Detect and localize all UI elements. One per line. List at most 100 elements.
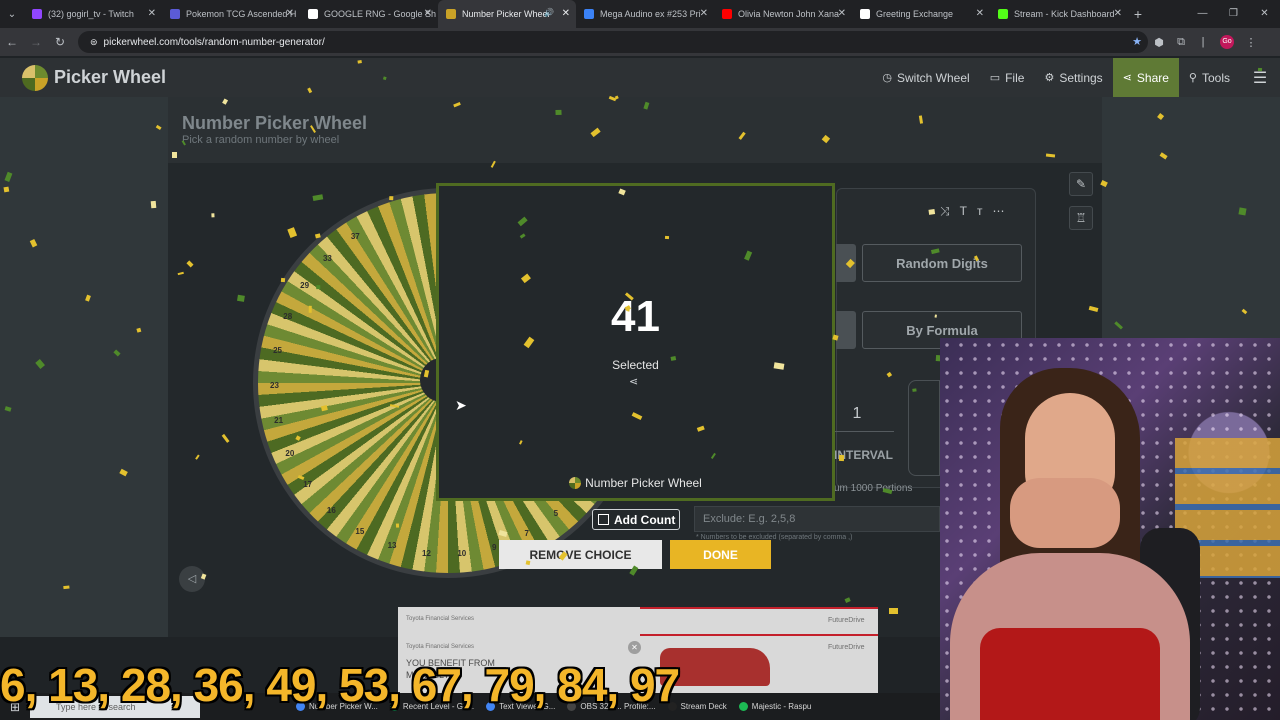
- tab-favicon-icon: [584, 9, 594, 19]
- site-logo[interactable]: Picker Wheel: [22, 64, 167, 91]
- ad-close-icon[interactable]: ✕: [628, 641, 641, 654]
- browser-tab[interactable]: Mega Audino ex #253 Pri ✕: [576, 0, 714, 28]
- browser-tab[interactable]: Olivia Newton John Xana ✕: [714, 0, 852, 28]
- panel-section: [908, 380, 940, 476]
- mode-button-partial[interactable]: [836, 311, 856, 349]
- reload-icon[interactable]: ↻: [48, 35, 72, 49]
- tab-list: (32) gogirl_tv - Twitch ✕ Pokemon TCG Asce…: [24, 0, 1128, 28]
- browser-tab[interactable]: Number Picker Wheel 🔊 ✕: [438, 0, 576, 28]
- confetti-piece: [150, 200, 157, 209]
- site-info-icon[interactable]: ⊜: [90, 37, 98, 48]
- more-icon[interactable]: ⋯: [992, 204, 1014, 218]
- url-text: pickerwheel.com/tools/random-number-gene…: [103, 36, 325, 48]
- tab-close-icon[interactable]: ✕: [286, 8, 294, 19]
- maximize-icon[interactable]: ❐: [1218, 0, 1249, 28]
- done-button[interactable]: DONE: [670, 540, 771, 569]
- portions-note: um 1000 Portions: [834, 483, 913, 494]
- profile-avatar[interactable]: Go: [1220, 35, 1234, 49]
- browser-tab[interactable]: Pokemon TCG Ascended H ✕: [162, 0, 300, 28]
- page-title: Number Picker Wheel: [182, 113, 368, 133]
- browser-menu-icon[interactable]: ⋮: [1240, 36, 1262, 49]
- wheel-segment-label: 21: [274, 415, 284, 425]
- panel-toolbar: ⤨Tт⋯: [940, 204, 1014, 219]
- nav-file[interactable]: ▭ File: [980, 58, 1035, 97]
- wheel-segment-label: 5: [553, 508, 559, 518]
- wheel-segment-label: 12: [422, 548, 431, 558]
- wheel-segment-label: 25: [273, 345, 282, 355]
- tab-close-icon[interactable]: ✕: [424, 8, 432, 19]
- stream-overlay-numbers: 6, 13, 28, 36, 49, 53, 67, 79, 84, 97: [0, 659, 680, 711]
- wheel-segment-label: 28: [283, 311, 293, 321]
- nav-tools[interactable]: ⚲ Tools: [1179, 58, 1240, 97]
- add-count-label: Add Count: [614, 512, 676, 527]
- tab-favicon-icon: [308, 9, 318, 19]
- tab-close-icon[interactable]: ✕: [1114, 8, 1122, 19]
- tab-close-icon[interactable]: ✕: [562, 8, 570, 19]
- confetti-piece: [773, 361, 785, 370]
- tab-title: GOOGLE RNG - Google Sh: [324, 9, 437, 19]
- wheel-segment-label: 29: [300, 280, 310, 290]
- wheel-segment-label: 16: [326, 505, 336, 515]
- browser-tab[interactable]: Stream - Kick Dashboard ✕: [990, 0, 1128, 28]
- nav-label: Settings: [1059, 70, 1103, 85]
- extensions-puzzle-icon[interactable]: ⧉: [1170, 36, 1192, 49]
- wheel-segment-label: 37: [350, 232, 360, 242]
- tab-audio-icon[interactable]: 🔊: [544, 8, 554, 17]
- ad-brand-right: FutureDrive: [828, 644, 865, 651]
- streamer-top: [980, 628, 1160, 720]
- tab-close-icon[interactable]: ✕: [148, 8, 156, 19]
- nav-label: Switch Wheel: [896, 70, 970, 85]
- tab-favicon-icon: [860, 9, 870, 19]
- close-window-icon[interactable]: ✕: [1249, 0, 1280, 28]
- clock-icon: ◷: [882, 72, 892, 84]
- window-controls: — ❐ ✕: [1187, 0, 1280, 28]
- tab-favicon-icon: [722, 9, 732, 19]
- confetti-piece: [555, 109, 562, 116]
- confetti-piece: [281, 278, 286, 283]
- streamer-hands: [1010, 478, 1120, 548]
- nav-label: File: [1005, 70, 1025, 85]
- shuffle-icon[interactable]: ⤨: [940, 204, 960, 218]
- nav-switch-wheel[interactable]: ◷ Switch Wheel: [872, 58, 979, 97]
- tab-close-icon[interactable]: ✕: [700, 8, 708, 19]
- extension-icon[interactable]: ⬢: [1148, 36, 1170, 49]
- wheel-segment-label: 23: [270, 380, 279, 390]
- browser-tab[interactable]: Greeting Exchange ✕: [852, 0, 990, 28]
- confetti-piece: [172, 152, 178, 159]
- trophy-icon[interactable]: ♖: [1069, 206, 1093, 230]
- nav-settings[interactable]: ⚙ Settings: [1034, 58, 1112, 97]
- confetti-piece: [312, 193, 323, 201]
- new-tab-button[interactable]: +: [1128, 6, 1148, 22]
- tab-close-icon[interactable]: ✕: [838, 8, 846, 19]
- tab-search-button[interactable]: ⌄: [0, 9, 24, 20]
- wheel-segment-label: 17: [303, 479, 313, 489]
- minimize-icon[interactable]: —: [1187, 0, 1218, 28]
- tab-close-icon[interactable]: ✕: [976, 8, 984, 19]
- result-number: 41: [611, 292, 660, 341]
- folder-icon: ▭: [989, 72, 1001, 84]
- edit-icon[interactable]: ✎: [1069, 172, 1093, 196]
- confetti-piece: [388, 195, 394, 201]
- url-field[interactable]: ⊜ pickerwheel.com/tools/random-number-ge…: [78, 31, 1148, 53]
- tab-title: Mega Audino ex #253 Pri: [600, 9, 701, 19]
- browser-tab[interactable]: GOOGLE RNG - Google Sh ✕: [300, 0, 438, 28]
- nav-share[interactable]: ⋖ Share: [1112, 58, 1179, 97]
- remove-choice-button[interactable]: REMOVE CHOICE: [499, 540, 662, 569]
- confetti-piece: [357, 59, 362, 65]
- bookmark-star-icon[interactable]: ★: [1132, 35, 1142, 48]
- add-count-checkbox[interactable]: Add Count: [592, 509, 680, 530]
- taskbar-app[interactable]: Majestic - Raspu: [733, 693, 818, 720]
- back-icon[interactable]: ←: [0, 35, 24, 49]
- forward-icon[interactable]: →: [24, 35, 48, 49]
- random-digits-button[interactable]: Random Digits: [862, 244, 1022, 282]
- browser-tab[interactable]: (32) gogirl_tv - Twitch ✕: [24, 0, 162, 28]
- browser-tab-strip: ⌄ (32) gogirl_tv - Twitch ✕ Pokemon TCG As…: [0, 0, 1280, 28]
- logo-text: Picker Wheel: [54, 67, 167, 87]
- text-size-icon[interactable]: Tт: [960, 204, 993, 218]
- address-bar: ← → ↻ ⊜ pickerwheel.com/tools/random-num…: [0, 28, 1280, 56]
- share-result-icon[interactable]: ⋖: [629, 375, 638, 388]
- confetti-piece: [237, 294, 246, 302]
- header-nav: ◷ Switch Wheel ▭ File ⚙ Settings ⋖ Share ⚲ To…: [872, 58, 1280, 97]
- exclude-field[interactable]: Exclude: E.g. 2,5,8: [694, 506, 940, 532]
- page-left-margin: [0, 97, 168, 637]
